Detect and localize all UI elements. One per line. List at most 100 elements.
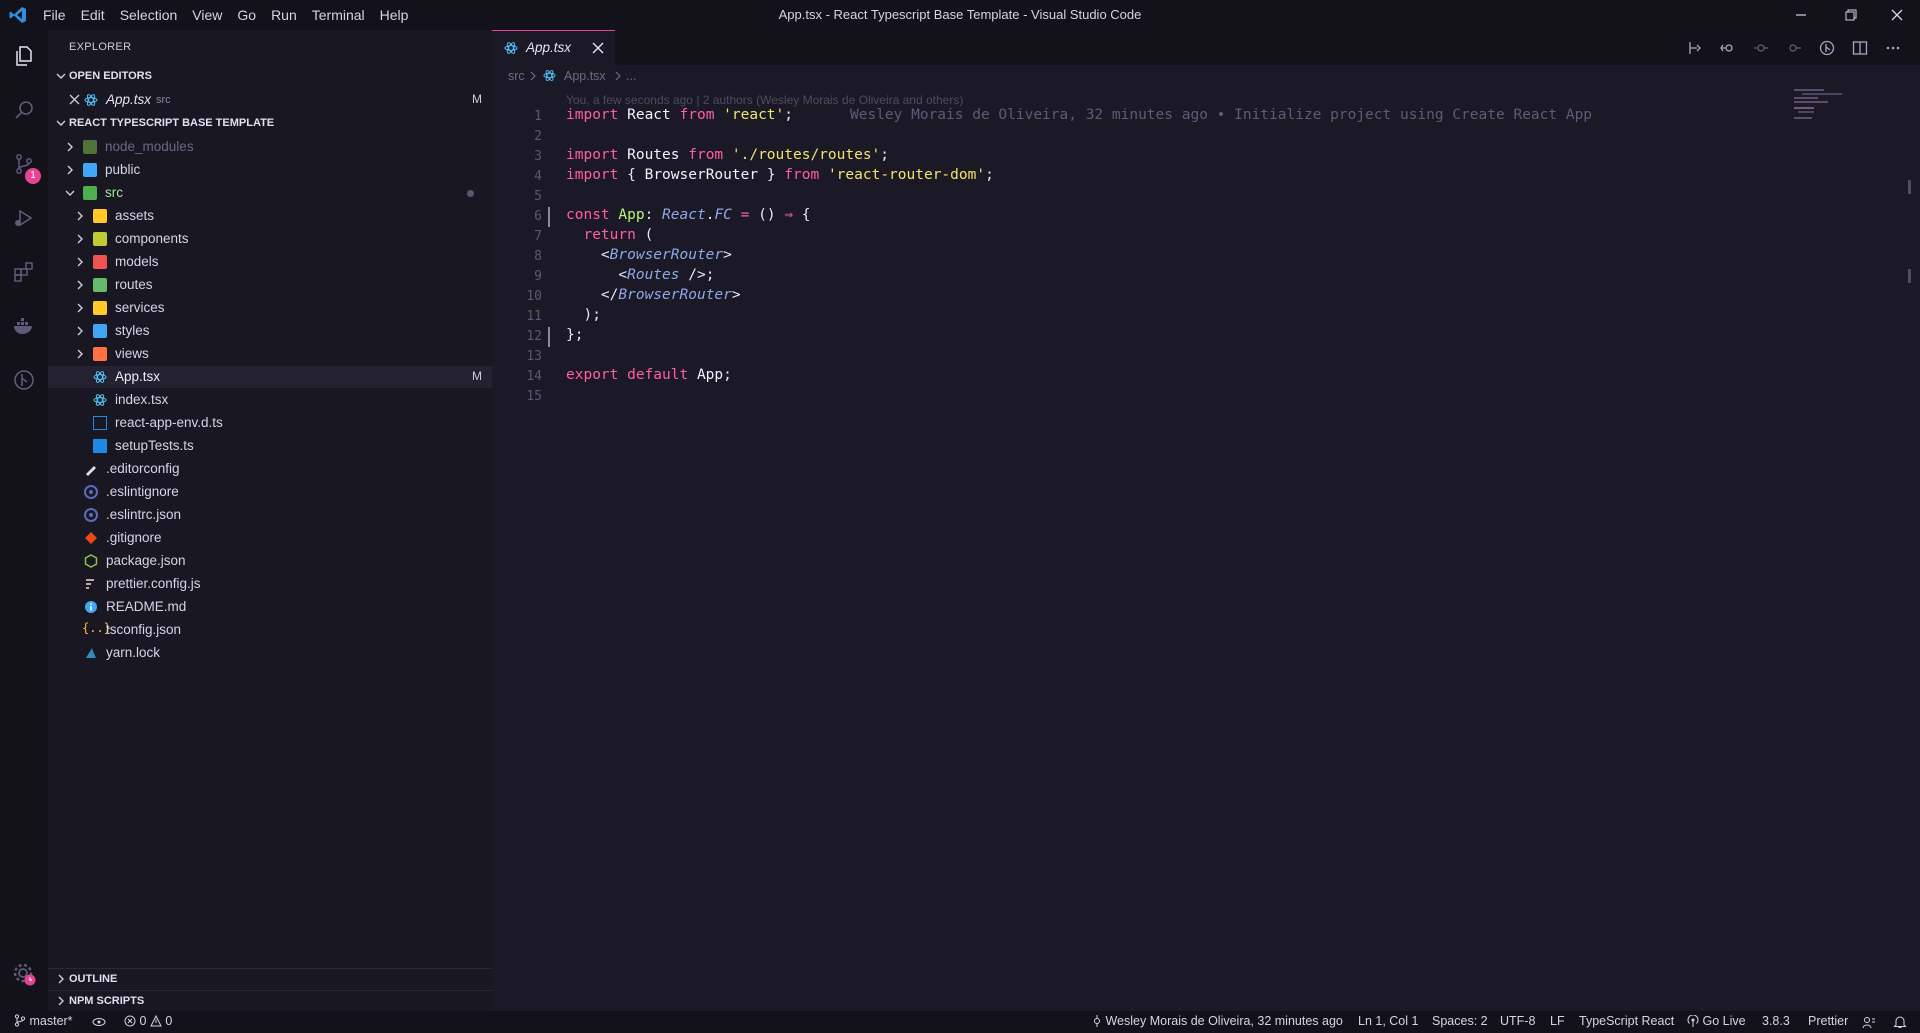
minimap[interactable] — [1794, 89, 1854, 129]
menu-file[interactable]: File — [43, 7, 66, 23]
git-history-icon[interactable] — [1819, 40, 1835, 56]
chevron-right-icon — [77, 257, 83, 267]
blame-status[interactable]: Wesley Morais de Oliveira, 32 minutes ag… — [1092, 1014, 1343, 1028]
menu-edit[interactable]: Edit — [81, 7, 105, 23]
tree-item-package-json[interactable]: package.json — [48, 550, 492, 572]
search-activity-button[interactable] — [0, 86, 48, 134]
modified-dot — [467, 190, 474, 197]
tree-item-public[interactable]: public — [48, 159, 492, 181]
breadcrumb-symbols[interactable]: ... — [626, 69, 636, 83]
feedback-icon[interactable] — [1862, 1015, 1876, 1029]
tree-item-node-modules[interactable]: node_modules — [48, 136, 492, 158]
open-editor-filename: App.tsx — [106, 92, 152, 107]
tree-item-components[interactable]: components — [48, 228, 492, 250]
code-line-15: 15 — [526, 389, 542, 404]
next-revision-icon[interactable] — [1786, 40, 1802, 56]
tree-item-assets[interactable]: assets — [48, 205, 492, 227]
tree-item-yarn-lock[interactable]: yarn.lock — [48, 642, 492, 664]
folder-services-icon — [93, 301, 107, 315]
tree-item-setup-tests[interactable]: setupTests.ts — [48, 435, 492, 457]
code-line-1: 1 import React from 'react'; Wesley Mora… — [492, 107, 1920, 127]
indentation-status[interactable]: Spaces: 2 — [1432, 1014, 1488, 1028]
tree-item-styles[interactable]: styles — [48, 320, 492, 342]
codelens-authors[interactable]: You, a few seconds ago | 2 authors (Wesl… — [566, 93, 963, 107]
code-editor[interactable]: You, a few seconds ago | 2 authors (Wesl… — [492, 87, 1920, 1011]
tree-item-src[interactable]: src — [48, 182, 492, 204]
tree-item-tsconfig[interactable]: {..} tsconfig.json — [48, 619, 492, 641]
code-line-8: 8 <BrowserRouter> — [534, 247, 732, 264]
tree-item-index-tsx[interactable]: index.tsx — [48, 389, 492, 411]
go-live-button[interactable]: Go Live — [1687, 1014, 1746, 1028]
open-changes-icon[interactable] — [1687, 40, 1703, 56]
tree-item-app-tsx[interactable]: App.tsx M — [48, 366, 492, 388]
git-branch-icon — [14, 1014, 26, 1027]
tree-item-services[interactable]: services — [48, 297, 492, 319]
close-window-button[interactable] — [1874, 0, 1920, 30]
search-icon — [15, 101, 33, 119]
notifications-bell-icon[interactable] — [1893, 1015, 1907, 1029]
outline-header[interactable]: OUTLINE — [48, 968, 492, 991]
tree-item-routes[interactable]: routes — [48, 274, 492, 296]
docker-activity-button[interactable] — [0, 302, 48, 350]
eol-status[interactable]: LF — [1550, 1014, 1565, 1028]
minimize-icon — [1796, 14, 1806, 16]
typescript-file-icon — [93, 439, 107, 453]
error-icon — [124, 1015, 136, 1027]
sync-icon[interactable] — [92, 1015, 106, 1029]
eslint-icon — [84, 485, 98, 499]
git-commit-icon — [1094, 1015, 1100, 1027]
run-debug-activity-button[interactable] — [0, 194, 48, 242]
menu-help[interactable]: Help — [380, 7, 409, 23]
npm-scripts-header[interactable]: NPM SCRIPTS — [48, 990, 492, 1013]
typescript-version[interactable]: 3.8.3 — [1762, 1014, 1790, 1028]
project-header[interactable]: REACT TYPESCRIPT BASE TEMPLATE — [48, 113, 492, 135]
open-editor-folder: src — [156, 94, 171, 106]
menu-selection[interactable]: Selection — [120, 7, 178, 23]
tree-item-gitignore[interactable]: .gitignore — [48, 527, 492, 549]
previous-revision-icon[interactable] — [1720, 40, 1736, 56]
problems-status[interactable]: 0 0 — [124, 1014, 172, 1028]
tree-item-eslintignore[interactable]: .eslintignore — [48, 481, 492, 503]
menu-run[interactable]: Run — [271, 7, 297, 23]
tree-item-readme[interactable]: README.md — [48, 596, 492, 618]
folder-styles-icon — [93, 324, 107, 338]
explorer-activity-button[interactable] — [0, 32, 48, 80]
tree-item-models[interactable]: models — [48, 251, 492, 273]
gitlens-icon — [14, 370, 34, 390]
tree-item-eslintrc[interactable]: .eslintrc.json — [48, 504, 492, 526]
tree-item-editorconfig[interactable]: .editorconfig — [48, 458, 492, 480]
prettier-status[interactable]: Prettier — [1808, 1014, 1848, 1028]
minimize-button[interactable] — [1778, 0, 1824, 30]
branch-status[interactable]: master* — [14, 1014, 73, 1028]
menu-terminal[interactable]: Terminal — [312, 7, 365, 23]
open-editors-header[interactable]: OPEN EDITORS — [48, 66, 492, 88]
extensions-activity-button[interactable] — [0, 248, 48, 296]
close-icon[interactable] — [592, 42, 604, 54]
breadcrumb-src[interactable]: src — [508, 69, 525, 83]
tab-app-tsx[interactable]: App.tsx — [492, 30, 615, 65]
breadcrumb-file[interactable]: App.tsx — [564, 69, 606, 83]
source-control-activity-button[interactable]: 1 — [0, 140, 48, 188]
more-actions-icon[interactable] — [1885, 40, 1901, 56]
restore-button[interactable] — [1828, 0, 1874, 30]
tree-item-prettier-config[interactable]: prettier.config.js — [48, 573, 492, 595]
close-icon[interactable] — [69, 94, 80, 105]
settings-activity-button[interactable] — [0, 950, 48, 998]
tree-item-react-app-env[interactable]: react-app-env.d.ts — [48, 412, 492, 434]
code-line-12: 12 }; — [492, 327, 1920, 347]
language-mode[interactable]: TypeScript React — [1579, 1014, 1674, 1028]
code-line-13: 13 — [526, 349, 542, 364]
gitlens-activity-button[interactable] — [0, 356, 48, 404]
react-file-icon — [543, 70, 556, 81]
settings-gear-icon — [13, 963, 36, 986]
menu-view[interactable]: View — [192, 7, 222, 23]
open-editor-item[interactable]: App.tsx src M — [48, 89, 492, 111]
tree-item-views[interactable]: views — [48, 343, 492, 365]
explorer-sidebar: EXPLORER OPEN EDITORS App.tsx src M REAC… — [48, 30, 492, 1011]
chevron-down-icon — [56, 120, 66, 126]
cursor-position[interactable]: Ln 1, Col 1 — [1358, 1014, 1418, 1028]
split-editor-icon[interactable] — [1852, 40, 1868, 56]
encoding-status[interactable]: UTF-8 — [1500, 1014, 1535, 1028]
revision-dot-icon[interactable] — [1753, 40, 1769, 56]
menu-go[interactable]: Go — [237, 7, 256, 23]
